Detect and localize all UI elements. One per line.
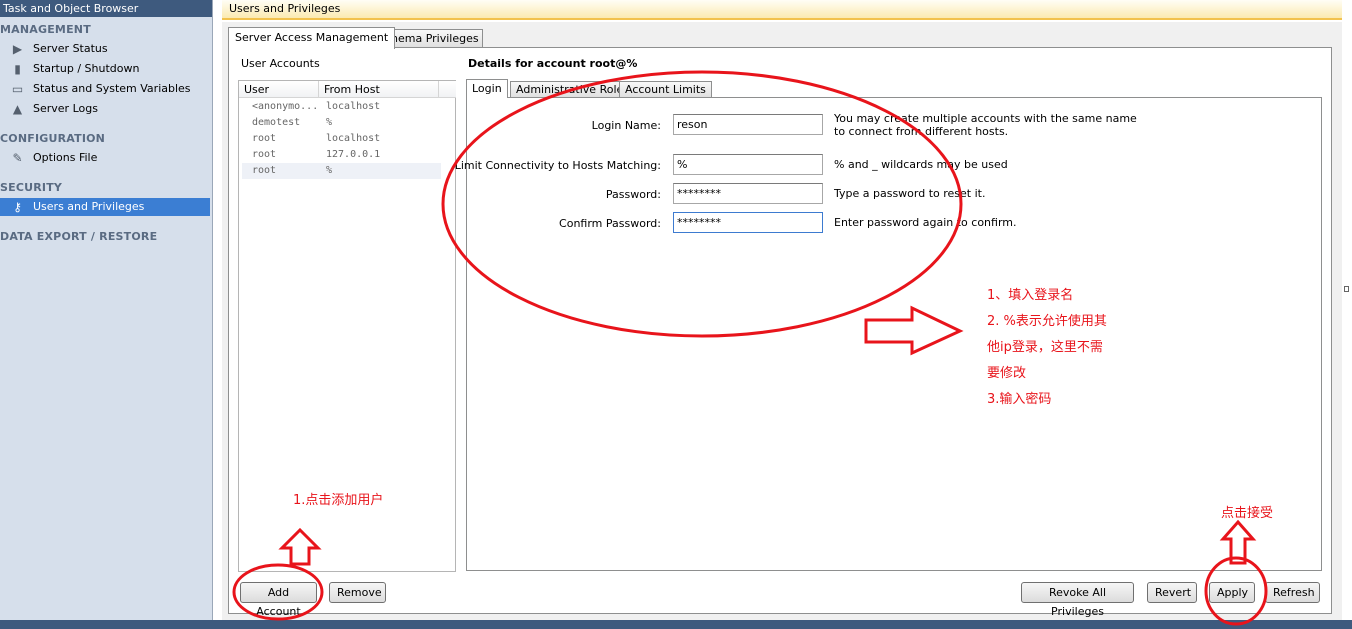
annotation-line-5: 3.输入密码 bbox=[987, 392, 1052, 407]
annotation-overlay bbox=[232, 70, 1268, 626]
annotation-accept: 点击接受 bbox=[1221, 506, 1274, 521]
annotation-add-user: 1.点击添加用户 bbox=[293, 493, 384, 508]
annotation-ellipse-form bbox=[441, 70, 963, 338]
annotation-line-3: 他ip登录，这里不需 bbox=[987, 340, 1103, 355]
tab-login[interactable]: Login bbox=[466, 79, 508, 98]
annotation-arrow-up-add bbox=[278, 527, 322, 566]
annotation-arrow-right bbox=[864, 305, 964, 356]
annotation-ellipse-add bbox=[232, 563, 324, 621]
tab-server-access-management[interactable]: Server Access Management bbox=[228, 27, 396, 49]
annotation-line-1: 1、填入登录名 bbox=[987, 288, 1074, 303]
app-window: Task and Object Browser MANAGEMENT ▶ Ser… bbox=[0, 0, 1352, 629]
annotation-line-2: 2. %表示允许使用其 bbox=[987, 314, 1107, 329]
annotation-ellipse-apply bbox=[1204, 556, 1268, 626]
annotation-line-4: 要修改 bbox=[987, 366, 1027, 381]
